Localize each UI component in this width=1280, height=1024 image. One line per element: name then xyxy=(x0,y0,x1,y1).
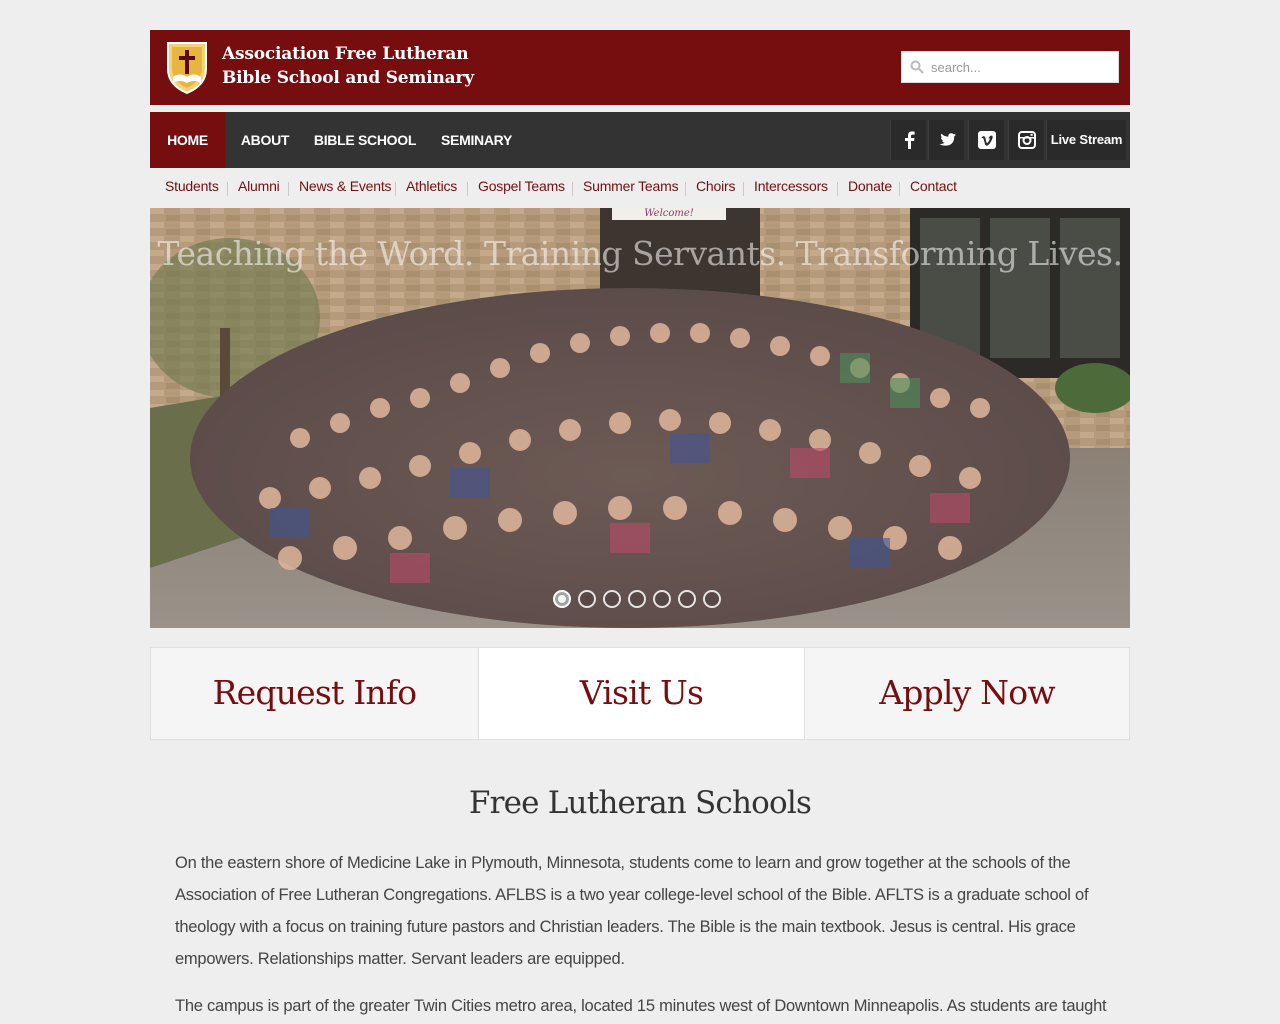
subnav-divider xyxy=(288,182,289,196)
vimeo-link[interactable] xyxy=(968,120,1004,160)
search-box xyxy=(901,51,1119,83)
subnav-athletics[interactable]: Athletics xyxy=(406,178,457,194)
sub-nav: Students Alumni News & Events Athletics … xyxy=(150,172,1130,204)
slide-dot-1[interactable] xyxy=(553,590,571,608)
subnav-divider xyxy=(227,182,228,196)
slide-dot-3[interactable] xyxy=(603,590,621,608)
subnav-divider xyxy=(395,182,396,196)
slide-dot-7[interactable] xyxy=(703,590,721,608)
school-logo[interactable] xyxy=(164,39,210,95)
request-info-button[interactable]: Request Info xyxy=(151,648,478,739)
nav-bible-school[interactable]: BIBLE SCHOOL xyxy=(305,112,425,168)
instagram-icon xyxy=(1017,131,1036,149)
subnav-students[interactable]: Students xyxy=(165,178,219,194)
cta-bar: Request Info Visit Us Apply Now xyxy=(150,647,1130,740)
subnav-divider xyxy=(685,182,686,196)
subnav-divider xyxy=(837,182,838,196)
subnav-news-events[interactable]: News & Events xyxy=(299,178,392,194)
site-header: Association Free Lutheran Bible School a… xyxy=(150,30,1130,105)
subnav-donate[interactable]: Donate xyxy=(848,178,892,194)
twitter-icon xyxy=(939,132,956,146)
hero-slider[interactable]: Welcome! Teaching the Word. Training Ser… xyxy=(150,208,1130,628)
apply-now-button[interactable]: Apply Now xyxy=(805,648,1129,739)
slide-dot-6[interactable] xyxy=(678,590,696,608)
subnav-contact[interactable]: Contact xyxy=(910,178,957,194)
cross-book-icon xyxy=(167,42,207,95)
campus-paragraph: The campus is part of the greater Twin C… xyxy=(175,997,1107,1015)
nav-seminary[interactable]: SEMINARY xyxy=(425,112,528,168)
slide-dot-2[interactable] xyxy=(578,590,596,608)
subnav-summer-teams[interactable]: Summer Teams xyxy=(583,178,679,194)
facebook-link[interactable] xyxy=(890,120,926,160)
subnav-gospel-teams[interactable]: Gospel Teams xyxy=(478,178,565,194)
subnav-alumni[interactable]: Alumni xyxy=(238,178,280,194)
subnav-divider xyxy=(743,182,744,196)
subnav-divider xyxy=(572,182,573,196)
slide-dot-5[interactable] xyxy=(653,590,671,608)
vimeo-icon xyxy=(977,131,996,149)
site-title-line2: Bible School and Seminary xyxy=(222,68,474,88)
hero-tagline: Teaching the Word. Training Servants. Tr… xyxy=(157,234,1123,273)
slide-dot-4[interactable] xyxy=(628,590,646,608)
intro-paragraph: On the eastern shore of Medicine Lake in… xyxy=(175,854,1089,968)
nav-home[interactable]: HOME xyxy=(150,112,225,168)
page-title: Free Lutheran Schools xyxy=(468,785,812,821)
visit-us-button[interactable]: Visit Us xyxy=(478,648,805,739)
subnav-choirs[interactable]: Choirs xyxy=(696,178,735,194)
search-input[interactable] xyxy=(931,52,1116,82)
facebook-icon xyxy=(904,131,915,149)
subnav-intercessors[interactable]: Intercessors xyxy=(754,178,828,194)
live-stream-link[interactable]: Live Stream xyxy=(1046,120,1126,160)
search-icon xyxy=(910,60,924,74)
site-title[interactable]: Association Free Lutheran Bible School a… xyxy=(222,42,474,90)
nav-about[interactable]: ABOUT xyxy=(225,112,305,168)
subnav-divider xyxy=(467,182,468,196)
site-title-line1: Association Free Lutheran xyxy=(222,44,469,64)
subnav-divider xyxy=(899,182,900,196)
main-nav: HOME ABOUT BIBLE SCHOOL SEMINARY Live St… xyxy=(150,112,1130,168)
instagram-link[interactable] xyxy=(1008,120,1044,160)
welcome-sign: Welcome! xyxy=(644,208,694,219)
twitter-link[interactable] xyxy=(928,120,964,160)
main-content: Free Lutheran Schools On the eastern sho… xyxy=(150,780,1130,1022)
